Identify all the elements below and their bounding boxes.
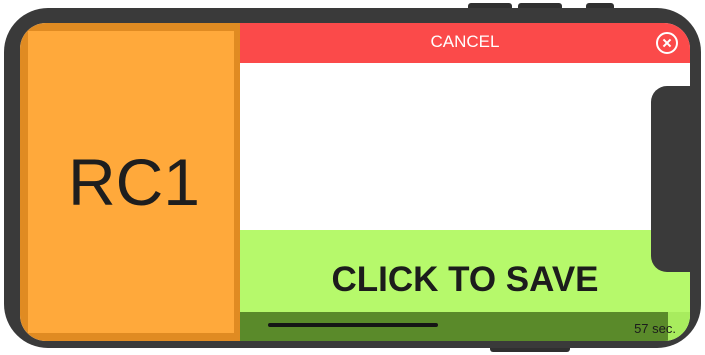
save-label: CLICK TO SAVE (331, 260, 599, 299)
cancel-label: CANCEL (430, 32, 500, 51)
device-stage: RC1 CANCEL CLICK TO SAVE 57 sec. (0, 0, 705, 355)
home-indicator (268, 323, 438, 327)
rc-block: RC1 (20, 23, 240, 341)
sensor-notch (651, 86, 691, 272)
phone-frame: RC1 CANCEL CLICK TO SAVE 57 sec. (4, 8, 701, 348)
rc-tile: RC1 (28, 31, 234, 333)
close-circle-icon[interactable] (656, 32, 678, 54)
countdown-timer: 57 sec. (634, 321, 676, 336)
screen: RC1 CANCEL CLICK TO SAVE 57 sec. (20, 23, 690, 341)
cancel-button[interactable]: CANCEL (240, 23, 690, 63)
rc-label: RC1 (67, 145, 201, 219)
content-area (240, 63, 690, 230)
